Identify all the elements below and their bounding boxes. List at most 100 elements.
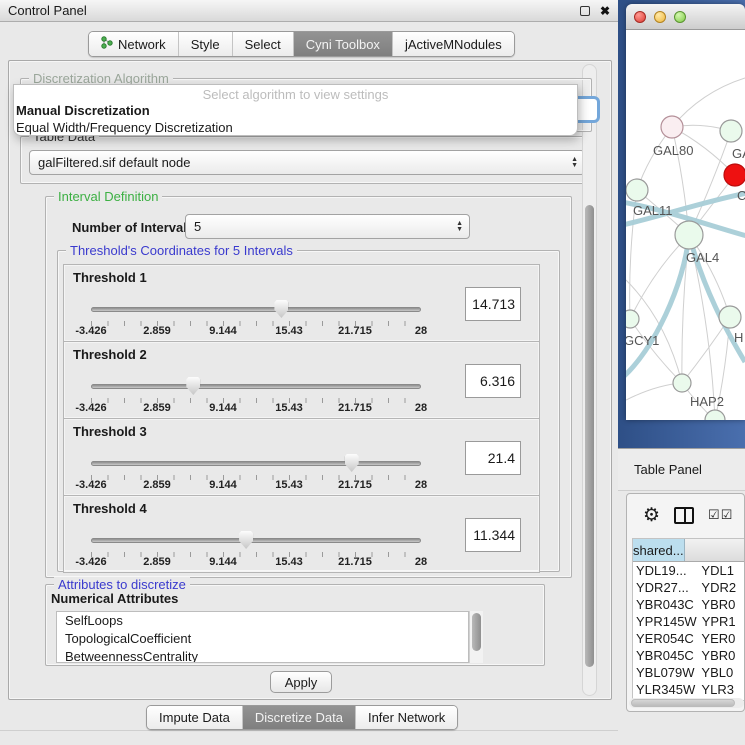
tab-cyni-toolbox-label: Cyni Toolbox (306, 37, 380, 52)
table-row[interactable]: YDL19... YDL1 (633, 562, 745, 579)
algorithm-option-manual[interactable]: Manual Discretization (14, 102, 577, 119)
tab-network[interactable]: Network (89, 32, 179, 56)
node-label: GAL4 (686, 250, 719, 265)
column-header-name[interactable]: na (685, 539, 745, 561)
table-data-group: Table Data galFiltered.sif default node … (20, 136, 592, 184)
slider-tick-labels: -3.426 2.859 9.144 15.43 21.715 28 (91, 556, 421, 570)
numerical-attributes-list[interactable]: SelfLoops TopologicalCoefficient Between… (56, 611, 469, 663)
cell-name[interactable]: YER0 (696, 631, 745, 646)
close-icon[interactable]: ✖ (600, 6, 610, 16)
tab-infer-network-label: Infer Network (368, 710, 445, 725)
table-header-row: shared... na (633, 539, 745, 562)
slider-tick-labels: -3.426 2.859 9.144 15.43 21.715 28 (91, 325, 421, 339)
tab-cyni-toolbox[interactable]: Cyni Toolbox (294, 32, 393, 56)
tab-jactivemnodules-label: jActiveMNodules (405, 37, 502, 52)
cell-shared-name[interactable]: YBR043C (633, 597, 696, 612)
cell-shared-name[interactable]: YBL079W (633, 665, 696, 680)
table-horizontal-scrollbar[interactable] (629, 698, 744, 708)
list-item[interactable]: TopologicalCoefficient (57, 630, 468, 648)
list-item[interactable]: BetweennessCentrality (57, 648, 468, 663)
tab-style[interactable]: Style (179, 32, 233, 56)
attributes-list-scrollbar[interactable] (469, 611, 483, 663)
table-row[interactable]: YPR145W YPR1 (633, 613, 745, 630)
cell-shared-name[interactable]: YDR27... (633, 580, 696, 595)
threshold-4-value-field[interactable]: 11.344 (465, 518, 521, 552)
slider-knob[interactable] (345, 454, 359, 472)
column-layout-icon[interactable] (674, 507, 694, 524)
cell-name[interactable]: YBL0 (696, 665, 745, 680)
cell-name[interactable]: YDL1 (696, 563, 745, 578)
application: Control Panel ✖ Network Style Select (0, 0, 745, 745)
node-cut-right (719, 306, 741, 328)
control-panel-tabs: Network Style Select Cyni Toolbox jActiv… (88, 31, 515, 57)
tab-infer-network[interactable]: Infer Network (356, 706, 457, 729)
node-table[interactable]: shared... na YDL19... YDL1 YDR27... YDR2… (632, 538, 745, 701)
tab-discretize-data[interactable]: Discretize Data (243, 706, 356, 729)
window-close-icon[interactable] (634, 11, 646, 23)
table-row[interactable]: YLR345W YLR3 (633, 681, 745, 698)
tab-select[interactable]: Select (233, 32, 294, 56)
tab-network-label: Network (118, 37, 166, 52)
cell-shared-name[interactable]: YPR145W (633, 614, 697, 629)
panel-scrollbar[interactable] (582, 64, 597, 696)
table-horizontal-scrollbar-thumb[interactable] (631, 699, 735, 707)
apply-button[interactable]: Apply (270, 671, 332, 693)
network-canvas[interactable]: GAL80 GA C GAL11 GAL4 GCY1 H HAP2 (626, 30, 745, 420)
float-window-icon[interactable] (580, 6, 590, 16)
threshold-1-slider[interactable] (91, 303, 421, 323)
threshold-4-panel: Threshold 4 -3.426 2.859 9.144 15.43 21.… (63, 495, 540, 573)
threshold-2-slider[interactable] (91, 380, 421, 400)
algorithm-option-equal-width[interactable]: Equal Width/Frequency Discretization (14, 119, 577, 136)
threshold-4-slider[interactable] (91, 534, 421, 554)
node-label: H (734, 330, 743, 345)
cell-name[interactable]: YBR0 (696, 597, 745, 612)
table-row[interactable]: YBL079W YBL0 (633, 664, 745, 681)
column-header-shared-name[interactable]: shared... (633, 539, 685, 561)
network-window-titlebar[interactable] (626, 4, 745, 30)
list-item[interactable]: SelfLoops (57, 612, 468, 630)
table-row[interactable]: YDR27... YDR2 (633, 579, 745, 596)
panel-scrollbar-thumb[interactable] (585, 205, 594, 667)
attributes-group: Attributes to discretize Numerical Attri… (45, 584, 545, 666)
slider-knob[interactable] (274, 300, 288, 318)
threshold-3-value-field[interactable]: 21.4 (465, 441, 521, 475)
slider-track[interactable] (91, 307, 421, 312)
cell-shared-name[interactable]: YER054C (633, 631, 696, 646)
table-row[interactable]: YER054C YER0 (633, 630, 745, 647)
threshold-1-value-field[interactable]: 14.713 (465, 287, 521, 321)
cell-name[interactable]: YPR1 (697, 614, 745, 629)
window-minimize-icon[interactable] (654, 11, 666, 23)
window-zoom-icon[interactable] (674, 11, 686, 23)
threshold-2-value-field[interactable]: 6.316 (465, 364, 521, 398)
threshold-3-slider[interactable] (91, 457, 421, 477)
slider-track[interactable] (91, 384, 421, 389)
checkbox-icons[interactable]: ☑☑ (708, 507, 733, 523)
tab-jactivemnodules[interactable]: jActiveMNodules (393, 32, 514, 56)
cell-shared-name[interactable]: YLR345W (633, 682, 696, 697)
cell-shared-name[interactable]: YDL19... (633, 563, 696, 578)
node-label: GAL80 (653, 143, 693, 158)
cell-shared-name[interactable]: YBR045C (633, 648, 696, 663)
threshold-1-label: Threshold 1 (73, 270, 147, 285)
network-icon (101, 36, 113, 52)
numerical-attributes-label: Numerical Attributes (51, 591, 178, 606)
table-data-select[interactable]: galFiltered.sif default node ▲▼ (29, 150, 585, 175)
node-label: C (737, 188, 745, 203)
node-label: GAL11 (633, 203, 673, 218)
number-of-intervals-label: Number of Intervals (72, 220, 194, 235)
table-panel-title: Table Panel (634, 462, 702, 477)
slider-knob[interactable] (186, 377, 200, 395)
table-row[interactable]: YBR045C YBR0 (633, 647, 745, 664)
table-row[interactable]: YBR043C YBR0 (633, 596, 745, 613)
cell-name[interactable]: YDR2 (696, 580, 745, 595)
cell-name[interactable]: YBR0 (696, 648, 745, 663)
interval-definition-group-title: Interval Definition (54, 189, 162, 204)
slider-track[interactable] (91, 538, 421, 543)
tab-select-label: Select (245, 37, 281, 52)
tab-impute-data[interactable]: Impute Data (147, 706, 243, 729)
slider-track[interactable] (91, 461, 421, 466)
slider-knob[interactable] (239, 531, 253, 549)
number-of-intervals-select[interactable]: 5 ▲▼ (185, 214, 470, 239)
gear-icon[interactable]: ⚙ (643, 506, 660, 525)
cell-name[interactable]: YLR3 (696, 682, 745, 697)
